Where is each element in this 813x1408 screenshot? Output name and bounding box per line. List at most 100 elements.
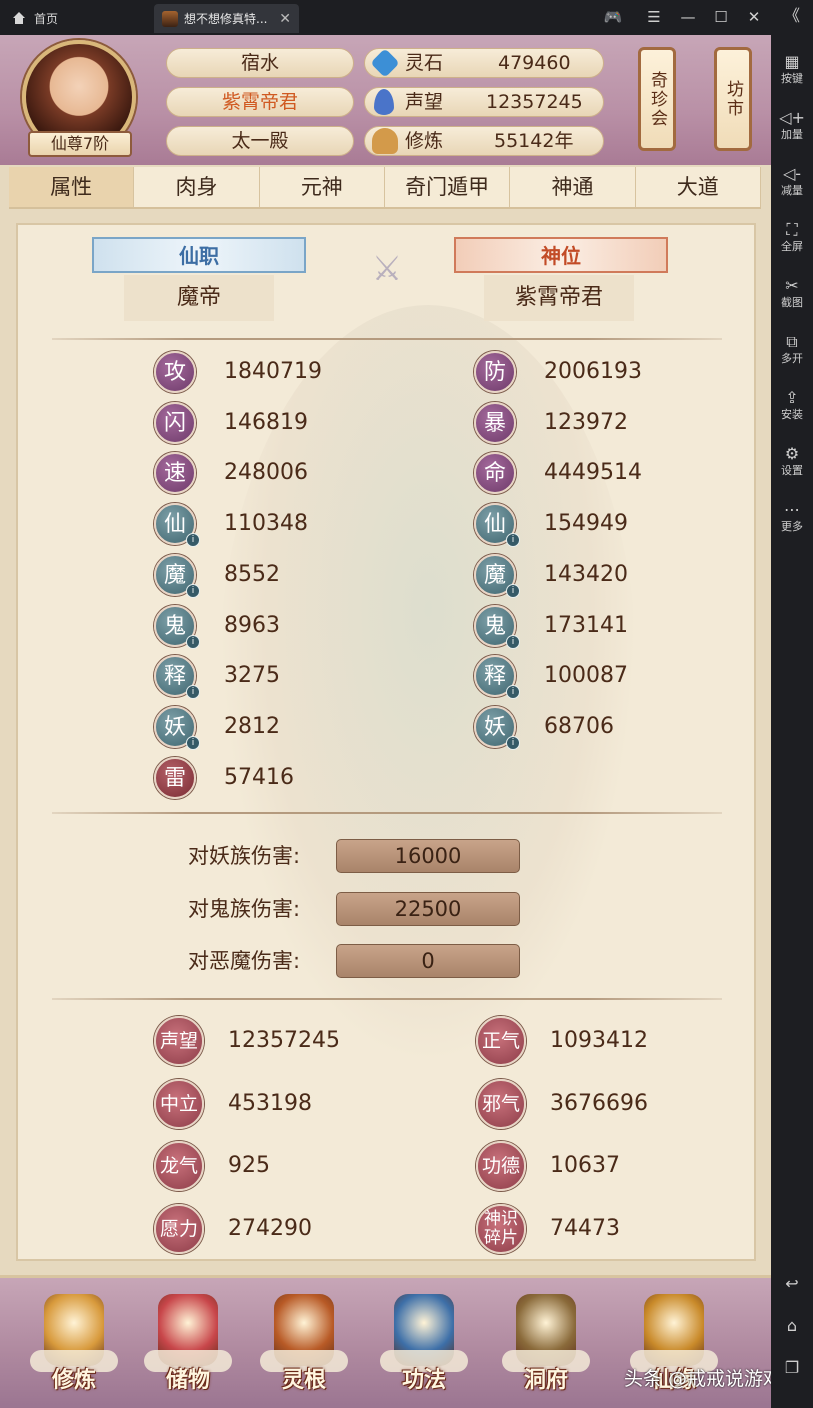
nav-label: 储物: [165, 1368, 210, 1393]
toolbar-label: 加量: [781, 128, 803, 141]
nav-cave-palace-button[interactable]: 洞府: [498, 1294, 594, 1404]
nav-meditating-monk-button[interactable]: 修炼: [26, 1294, 122, 1404]
toolbar-scissors-button[interactable]: ✂ 截图: [771, 276, 813, 310]
toolbar-keyboard-button[interactable]: ▦ 按键: [771, 52, 813, 86]
stat-badge: 妖i: [474, 705, 520, 750]
stat-value: 8963: [224, 612, 280, 638]
info-dot-icon[interactable]: i: [186, 634, 200, 649]
reputation-value: 74473: [550, 1216, 620, 1242]
info-dot-icon[interactable]: i: [186, 735, 200, 750]
toolbar-volume-down-button[interactable]: ◁- 减量: [771, 164, 813, 198]
stat-badge: 速: [154, 452, 196, 495]
recent-apps-button[interactable]: ❐: [771, 1358, 813, 1378]
game-tab[interactable]: 想不想修真特... ✕: [154, 4, 299, 33]
stat-row: 攻 1840719: [154, 351, 374, 395]
toolbar-label: 安装: [781, 408, 803, 421]
info-dot-icon[interactable]: i: [506, 685, 520, 700]
toolbar-more-button[interactable]: ⋯ 更多: [771, 500, 813, 534]
reputation-badge: 声望: [154, 1016, 204, 1066]
player-name: 宿水: [166, 48, 354, 78]
collapse-toolbar-icon[interactable]: 《: [771, 6, 813, 26]
stat-char: 仙: [163, 512, 186, 538]
stat-char: 仙: [483, 512, 506, 538]
toolbar-multi-open-button[interactable]: ⧉ 多开: [771, 332, 813, 366]
section-divider: [52, 338, 722, 340]
info-dot-icon[interactable]: i: [506, 735, 520, 750]
info-dot-icon[interactable]: i: [506, 583, 520, 598]
stat-badge: 释i: [154, 655, 200, 700]
toolbar-fullscreen-button[interactable]: ⛶ 全屏: [771, 220, 813, 254]
stat-value: 8552: [224, 561, 280, 587]
attribute-tabs: 属性 肉身 元神 奇门遁甲 神通 大道: [9, 167, 761, 209]
stat-badge: 鬼i: [474, 604, 520, 649]
cultivation-icon: [372, 128, 398, 154]
tab-1[interactable]: 肉身: [134, 167, 260, 207]
stat-char: 命: [483, 461, 506, 487]
tab-2[interactable]: 元神: [260, 167, 385, 207]
info-dot-icon[interactable]: i: [186, 685, 200, 700]
stat-char: 雷: [163, 765, 186, 791]
volume-up-icon: ◁+: [779, 108, 805, 127]
game-screen: 仙尊7阶 宿水 紫霄帝君 太一殿 灵石 声望 修炼 479460 1235724…: [0, 35, 771, 1408]
minimize-icon[interactable]: —: [677, 6, 699, 28]
nav-storage-bag-button[interactable]: 储物: [140, 1294, 236, 1404]
stat-badge: 防: [474, 351, 516, 393]
maximize-icon[interactable]: ☐: [710, 6, 732, 28]
toolbar-install-button[interactable]: ⇪ 安装: [771, 388, 813, 422]
market-button[interactable]: 坊市: [714, 47, 752, 151]
tab-0[interactable]: 属性: [9, 167, 135, 207]
info-dot-icon[interactable]: i: [186, 533, 200, 548]
close-window-icon[interactable]: ✕: [743, 6, 765, 28]
toolbar-gear-button[interactable]: ⚙ 设置: [771, 444, 813, 478]
info-dot-icon[interactable]: i: [506, 533, 520, 548]
stat-row: 仙 i 110348: [154, 503, 374, 548]
stat-char: 鬼: [483, 613, 506, 639]
toolbar-label: 多开: [781, 352, 803, 365]
stat-value: 4449514: [544, 460, 642, 486]
player-title: 紫霄帝君: [166, 87, 354, 117]
window-titlebar: 首页 想不想修真特... ✕ 🎮 ☰ — ☐ ✕: [0, 0, 813, 35]
tab-3[interactable]: 奇门遁甲: [385, 167, 511, 207]
info-dot-icon[interactable]: i: [186, 583, 200, 598]
reputation-label: 声望: [405, 91, 444, 113]
stat-value: 2006193: [544, 359, 642, 384]
reputation-value: 274290: [228, 1216, 312, 1242]
stat-value: 100087: [544, 663, 628, 689]
reputation-value: 3676696: [550, 1090, 648, 1116]
volume-down-icon: ◁-: [782, 164, 802, 183]
nav-scripture-book-button[interactable]: 功法: [376, 1294, 472, 1404]
back-icon: ↩: [785, 1274, 799, 1293]
stat-row: 妖 i 2812: [154, 705, 374, 750]
reputation-badge: 正气: [476, 1016, 526, 1066]
gamepad-icon[interactable]: 🎮: [602, 6, 624, 28]
stat-char: 鬼: [163, 613, 186, 639]
tab-5[interactable]: 大道: [636, 167, 761, 207]
home-icon: ⌂: [786, 1316, 798, 1335]
tab-4[interactable]: 神通: [510, 167, 636, 207]
treasure-shop-button[interactable]: 奇珍会: [638, 47, 676, 151]
damage-value: 16000: [336, 839, 520, 873]
reputation-value: 1093412: [550, 1028, 648, 1053]
home-button[interactable]: ⌂: [771, 1316, 813, 1336]
reputation-badge: 功德: [476, 1141, 526, 1192]
player-sect: 太一殿: [166, 126, 354, 156]
toolbar-volume-up-button[interactable]: ◁+ 加量: [771, 108, 813, 142]
recent-apps-icon: ❐: [784, 1358, 800, 1377]
stat-row: 魔 i 143420: [474, 553, 694, 598]
home-tab[interactable]: 首页: [12, 6, 58, 30]
stat-value: 123972: [544, 409, 628, 435]
close-tab-icon[interactable]: ✕: [279, 11, 291, 27]
reputation-row: 神识碎片 74473: [476, 1204, 736, 1255]
reputation-badge: 龙气: [154, 1141, 204, 1192]
divine-position-label: 神位: [454, 237, 668, 273]
stat-badge: 魔i: [154, 553, 200, 598]
stat-value: 2812: [224, 713, 280, 739]
stat-row: 鬼 i 173141: [474, 604, 694, 649]
reputation-row: 声望 12357245: [154, 1016, 414, 1066]
back-button[interactable]: ↩: [771, 1274, 813, 1294]
info-dot-icon[interactable]: i: [506, 634, 520, 649]
nav-spirit-root-button[interactable]: 灵根: [256, 1294, 352, 1404]
stat-row: 仙 i 154949: [474, 503, 694, 548]
menu-icon[interactable]: ☰: [643, 6, 665, 28]
stat-badge: 雷: [154, 756, 196, 799]
